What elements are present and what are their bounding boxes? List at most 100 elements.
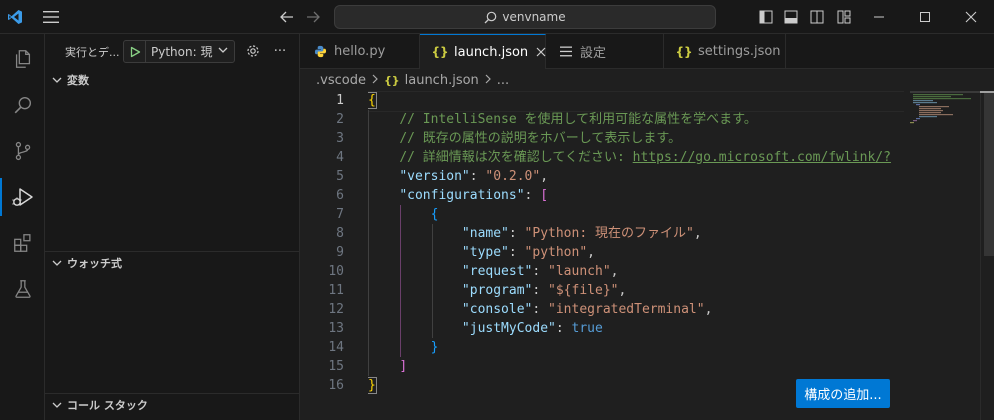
extensions-icon[interactable] (0, 220, 45, 266)
chevron-right-icon (484, 74, 492, 87)
line-number: 12 (328, 302, 344, 317)
code-line: } (368, 338, 904, 357)
line-number: 9 (336, 245, 344, 260)
line-number: 15 (328, 359, 344, 374)
line-number: 3 (336, 131, 344, 146)
search-view-icon[interactable] (0, 82, 45, 128)
code-line: "version": "0.2.0", (368, 167, 904, 186)
code-editor[interactable]: 1 2 3 4 5 6 7 8 9 10 11 12 13 14 15 16 { // IntelliSens… (300, 91, 994, 420)
json-icon: {} (431, 45, 449, 59)
minimize-icon[interactable] (856, 0, 902, 34)
settings-list-icon (558, 46, 574, 57)
callstack-section-label: コール スタック (67, 399, 148, 412)
breadcrumb-folder[interactable]: .vscode (316, 73, 366, 88)
code-line: { (368, 205, 904, 224)
line-number: 1 (336, 93, 344, 108)
hamburger-menu-icon[interactable] (36, 0, 66, 34)
breadcrumb-more[interactable]: ... (497, 73, 509, 88)
line-number: 10 (328, 264, 344, 279)
code-line: "console": "integratedTerminal", (368, 300, 904, 319)
start-debugging-button[interactable] (124, 41, 146, 62)
tab-label: settings.json (698, 44, 781, 59)
code-line: "justMyCode": true (368, 319, 904, 338)
testing-icon[interactable] (0, 266, 45, 312)
tab-label: launch.json (454, 44, 529, 60)
line-number: 6 (336, 188, 344, 203)
line-number: 4 (336, 150, 344, 165)
callstack-section-header[interactable]: コール スタック (45, 394, 300, 416)
command-center-search[interactable]: venvname (334, 5, 716, 29)
title-bar: venvname (0, 0, 994, 34)
run-debug-icon[interactable] (0, 174, 45, 220)
code-line: "request": "launch", (368, 262, 904, 281)
tab-settings-json[interactable]: {} settings.json (664, 34, 786, 69)
tab-label: hello.py (334, 44, 386, 59)
explorer-icon[interactable] (0, 36, 45, 82)
line-number: 16 (328, 378, 344, 393)
json-icon: {} (383, 73, 400, 87)
code-line: "name": "Python: 現在のファイル", (368, 224, 904, 243)
play-icon (130, 46, 140, 57)
customize-layout-icon[interactable] (832, 0, 856, 34)
search-icon (484, 11, 497, 23)
tab-label: 設定 (580, 46, 607, 61)
activity-bar (0, 34, 45, 420)
code-content[interactable]: { // IntelliSense を使用して利用可能な属性を学べます。 // … (368, 91, 904, 395)
line-number: 7 (336, 207, 344, 222)
scrollbar-cursor-marker (980, 91, 994, 93)
line-number: 11 (328, 283, 344, 298)
vscode-logo-icon[interactable] (0, 0, 30, 34)
run-config-dropdown[interactable]: Python: 現 (123, 40, 235, 63)
run-config-label: Python: 現 (151, 45, 213, 59)
toggle-secondary-sidebar-icon[interactable] (805, 0, 829, 34)
tab-hello-py[interactable]: hello.py (300, 34, 420, 69)
variables-section-header[interactable]: 変数 (45, 69, 300, 91)
code-line: "program": "${file}", (368, 281, 904, 300)
fwlink-link[interactable]: https://go.microsoft.com/fwlink/? (633, 150, 891, 165)
close-window-icon[interactable] (948, 0, 994, 34)
minimap[interactable] (910, 91, 980, 151)
vertical-scrollbar-thumb[interactable] (984, 91, 994, 256)
sidebar-title: 実行とデ... (65, 45, 120, 59)
line-number: 5 (336, 169, 344, 184)
code-line: "type": "python", (368, 243, 904, 262)
variables-section-label: 変数 (67, 74, 89, 87)
forward-arrow-icon[interactable] (302, 0, 324, 34)
code-line: ] (368, 357, 904, 376)
chevron-down-icon (216, 46, 228, 57)
code-line: { (368, 91, 904, 112)
line-number: 8 (336, 226, 344, 241)
line-number: 13 (328, 321, 344, 336)
tab-settings-ui[interactable]: 設定 (546, 34, 664, 69)
close-icon[interactable] (536, 44, 546, 60)
code-line: // IntelliSense を使用して利用可能な属性を学べます。 (368, 110, 904, 129)
toggle-primary-sidebar-icon[interactable] (754, 0, 778, 34)
tab-launch-json[interactable]: {} launch.json (420, 34, 546, 69)
code-line: "configurations": [ (368, 186, 904, 205)
toggle-panel-icon[interactable] (779, 0, 803, 34)
back-arrow-icon[interactable] (276, 0, 298, 34)
line-number: 14 (328, 340, 344, 355)
code-line: // 詳細情報は次を確認してください: https://go.microsoft… (368, 148, 904, 167)
run-debug-sidebar: 実行とデ... Python: 現 ··· 変数 ウォッチ式 コール スタック (45, 34, 300, 420)
source-control-icon[interactable] (0, 128, 45, 174)
breadcrumb: .vscode {} launch.json ... (300, 69, 994, 91)
search-text: venvname (502, 10, 566, 24)
code-line: // 既存の属性の説明をホバーして表示します。 (368, 129, 904, 148)
gear-icon[interactable] (243, 41, 263, 61)
chevron-down-icon (49, 259, 65, 267)
watch-section-header[interactable]: ウォッチ式 (45, 252, 300, 274)
line-number-gutter: 1 2 3 4 5 6 7 8 9 10 11 12 13 14 15 16 (300, 91, 360, 395)
line-number: 2 (336, 112, 344, 127)
sidebar-header: 実行とデ... Python: 現 ··· (45, 34, 300, 69)
watch-section-label: ウォッチ式 (67, 257, 122, 270)
python-icon (312, 45, 328, 58)
add-configuration-button[interactable]: 構成の追加... (796, 379, 890, 408)
chevron-down-icon (49, 401, 65, 409)
more-actions-icon[interactable]: ··· (270, 41, 290, 61)
json-icon: {} (675, 44, 693, 59)
maximize-icon[interactable] (902, 0, 948, 34)
chevron-down-icon (49, 76, 65, 84)
breadcrumb-file[interactable]: launch.json (405, 73, 479, 88)
chevron-right-icon (371, 74, 379, 87)
